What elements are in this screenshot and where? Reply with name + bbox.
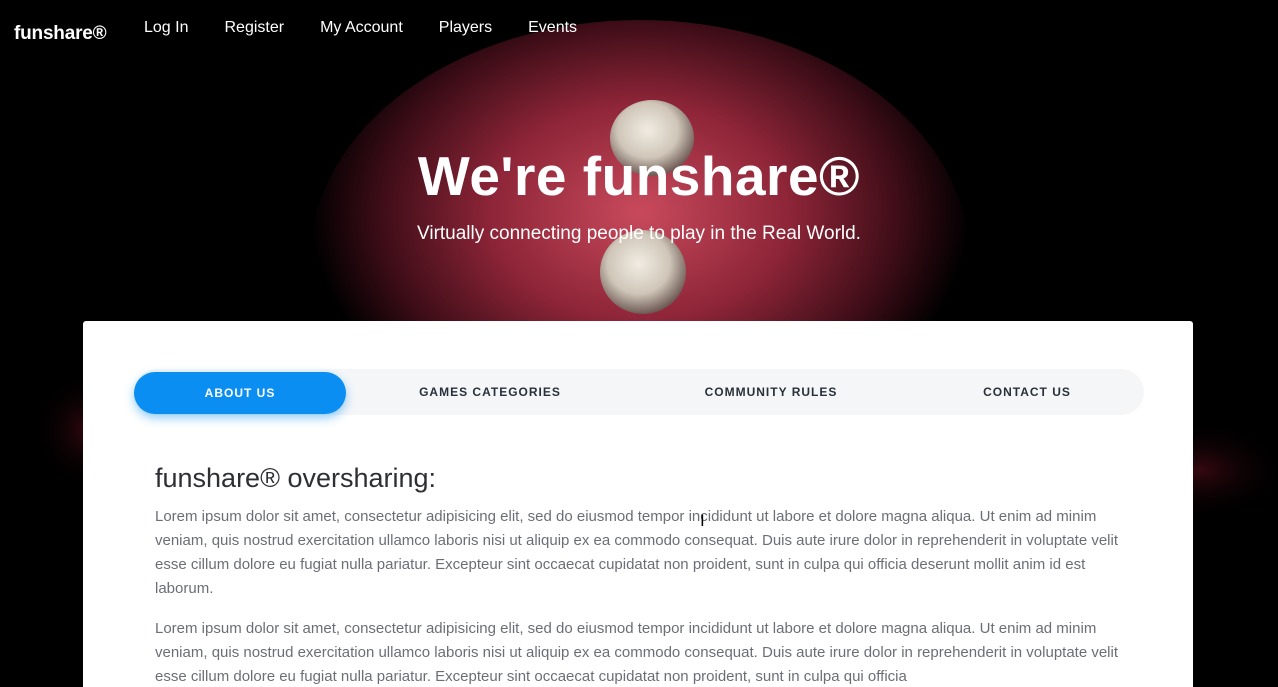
nav-link-players[interactable]: Players [439,19,492,37]
text-cursor-icon: I [700,511,705,530]
nav-link-register[interactable]: Register [224,19,284,37]
hero-title: We're funshare® [417,145,861,207]
top-navbar: funshare® Log In Register My Account Pla… [0,0,1278,62]
body-paragraph: Lorem ipsum dolor sit amet, consectetur … [155,508,1119,597]
tab-community-rules[interactable]: COMMUNITY RULES [634,369,908,415]
hero-subtitle: Virtually connecting people to play in t… [417,223,861,244]
brand-logo[interactable]: funshare® [14,23,107,45]
nav-link-events[interactable]: Events [528,19,577,37]
nav-links: Log In Register My Account Players Event… [144,19,613,37]
section-heading: funshare® oversharing: [155,463,437,493]
nav-link-log-in[interactable]: Log In [144,19,188,37]
nav-link-my-account[interactable]: My Account [320,19,403,37]
tab-contact-us[interactable]: CONTACT US [934,369,1120,415]
tab-games-categories[interactable]: GAMES CATEGORIES [372,369,608,415]
tab-about-us[interactable]: ABOUT US [134,372,346,414]
hero-section: funshare® Log In Register My Account Pla… [0,0,1278,687]
body-paragraph: Lorem ipsum dolor sit amet, consectetur … [155,620,1119,685]
tab-bar: ABOUT US GAMES CATEGORIES COMMUNITY RULE… [134,369,1144,415]
content-card: ABOUT US GAMES CATEGORIES COMMUNITY RULE… [83,321,1193,687]
